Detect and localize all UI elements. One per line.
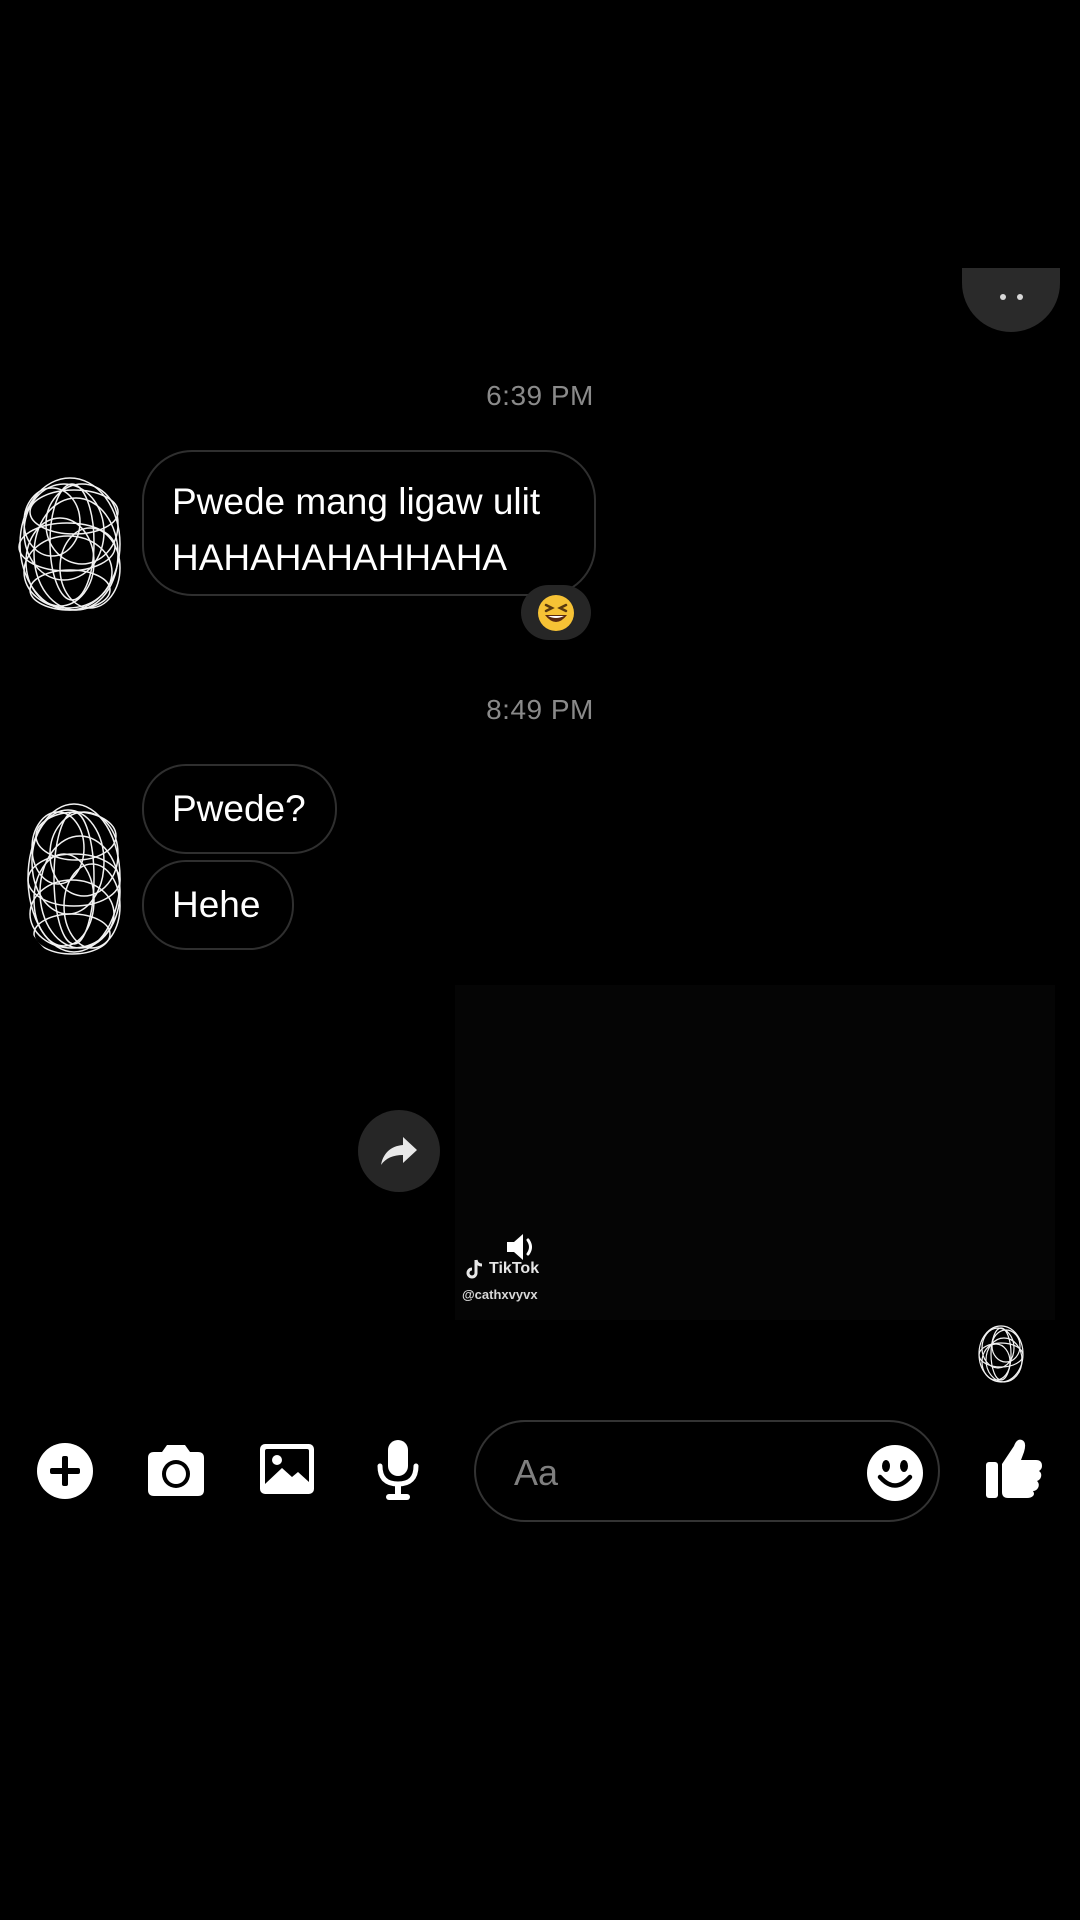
message-input-container[interactable] [474, 1420, 940, 1522]
like-button[interactable] [984, 1436, 1044, 1500]
forward-button[interactable] [358, 1110, 440, 1192]
tiktok-label: TikTok [489, 1260, 540, 1277]
message-line: HAHAHAHAHHAHA [172, 537, 508, 578]
typing-indicator [962, 268, 1060, 332]
camera-icon [148, 1445, 204, 1496]
microphone-icon [377, 1440, 419, 1500]
message-text: Pwede? [172, 788, 306, 829]
incoming-message-bubble[interactable]: Pwede mang ligaw ulit HAHAHAHAHHAHA [142, 450, 596, 596]
tiktok-watermark: TikTok [465, 1258, 539, 1280]
message-input[interactable] [512, 1448, 816, 1498]
image-icon [260, 1444, 314, 1494]
timestamp: 8:49 PM [486, 694, 594, 725]
incoming-message-bubble[interactable]: Pwede? [142, 764, 337, 854]
typing-dot [1017, 294, 1023, 300]
tiktok-handle: @cathxvyvx [462, 1287, 538, 1302]
avatar[interactable] [12, 472, 132, 622]
thumbs-up-icon [986, 1439, 1042, 1498]
timestamp: 6:39 PM [486, 380, 594, 411]
avatar[interactable] [18, 796, 130, 961]
gallery-button[interactable] [258, 1442, 316, 1496]
share-arrow-icon [381, 1137, 417, 1165]
emoji-icon [867, 1445, 923, 1501]
emoji-button[interactable] [866, 1444, 924, 1502]
tiktok-icon [466, 1259, 483, 1279]
plus-button[interactable] [36, 1442, 94, 1500]
message-text: Hehe [172, 884, 261, 925]
microphone-button[interactable] [372, 1438, 424, 1502]
seen-avatar [974, 1322, 1028, 1386]
incoming-message-bubble[interactable]: Hehe [142, 860, 294, 950]
plus-icon [37, 1443, 93, 1499]
message-line: Pwede mang ligaw ulit [172, 481, 541, 522]
camera-button[interactable] [144, 1442, 208, 1498]
typing-dot [1000, 294, 1006, 300]
shared-video-card[interactable] [455, 985, 1055, 1320]
reaction-badge[interactable] [521, 585, 591, 640]
laughing-emoji-icon [538, 594, 574, 631]
